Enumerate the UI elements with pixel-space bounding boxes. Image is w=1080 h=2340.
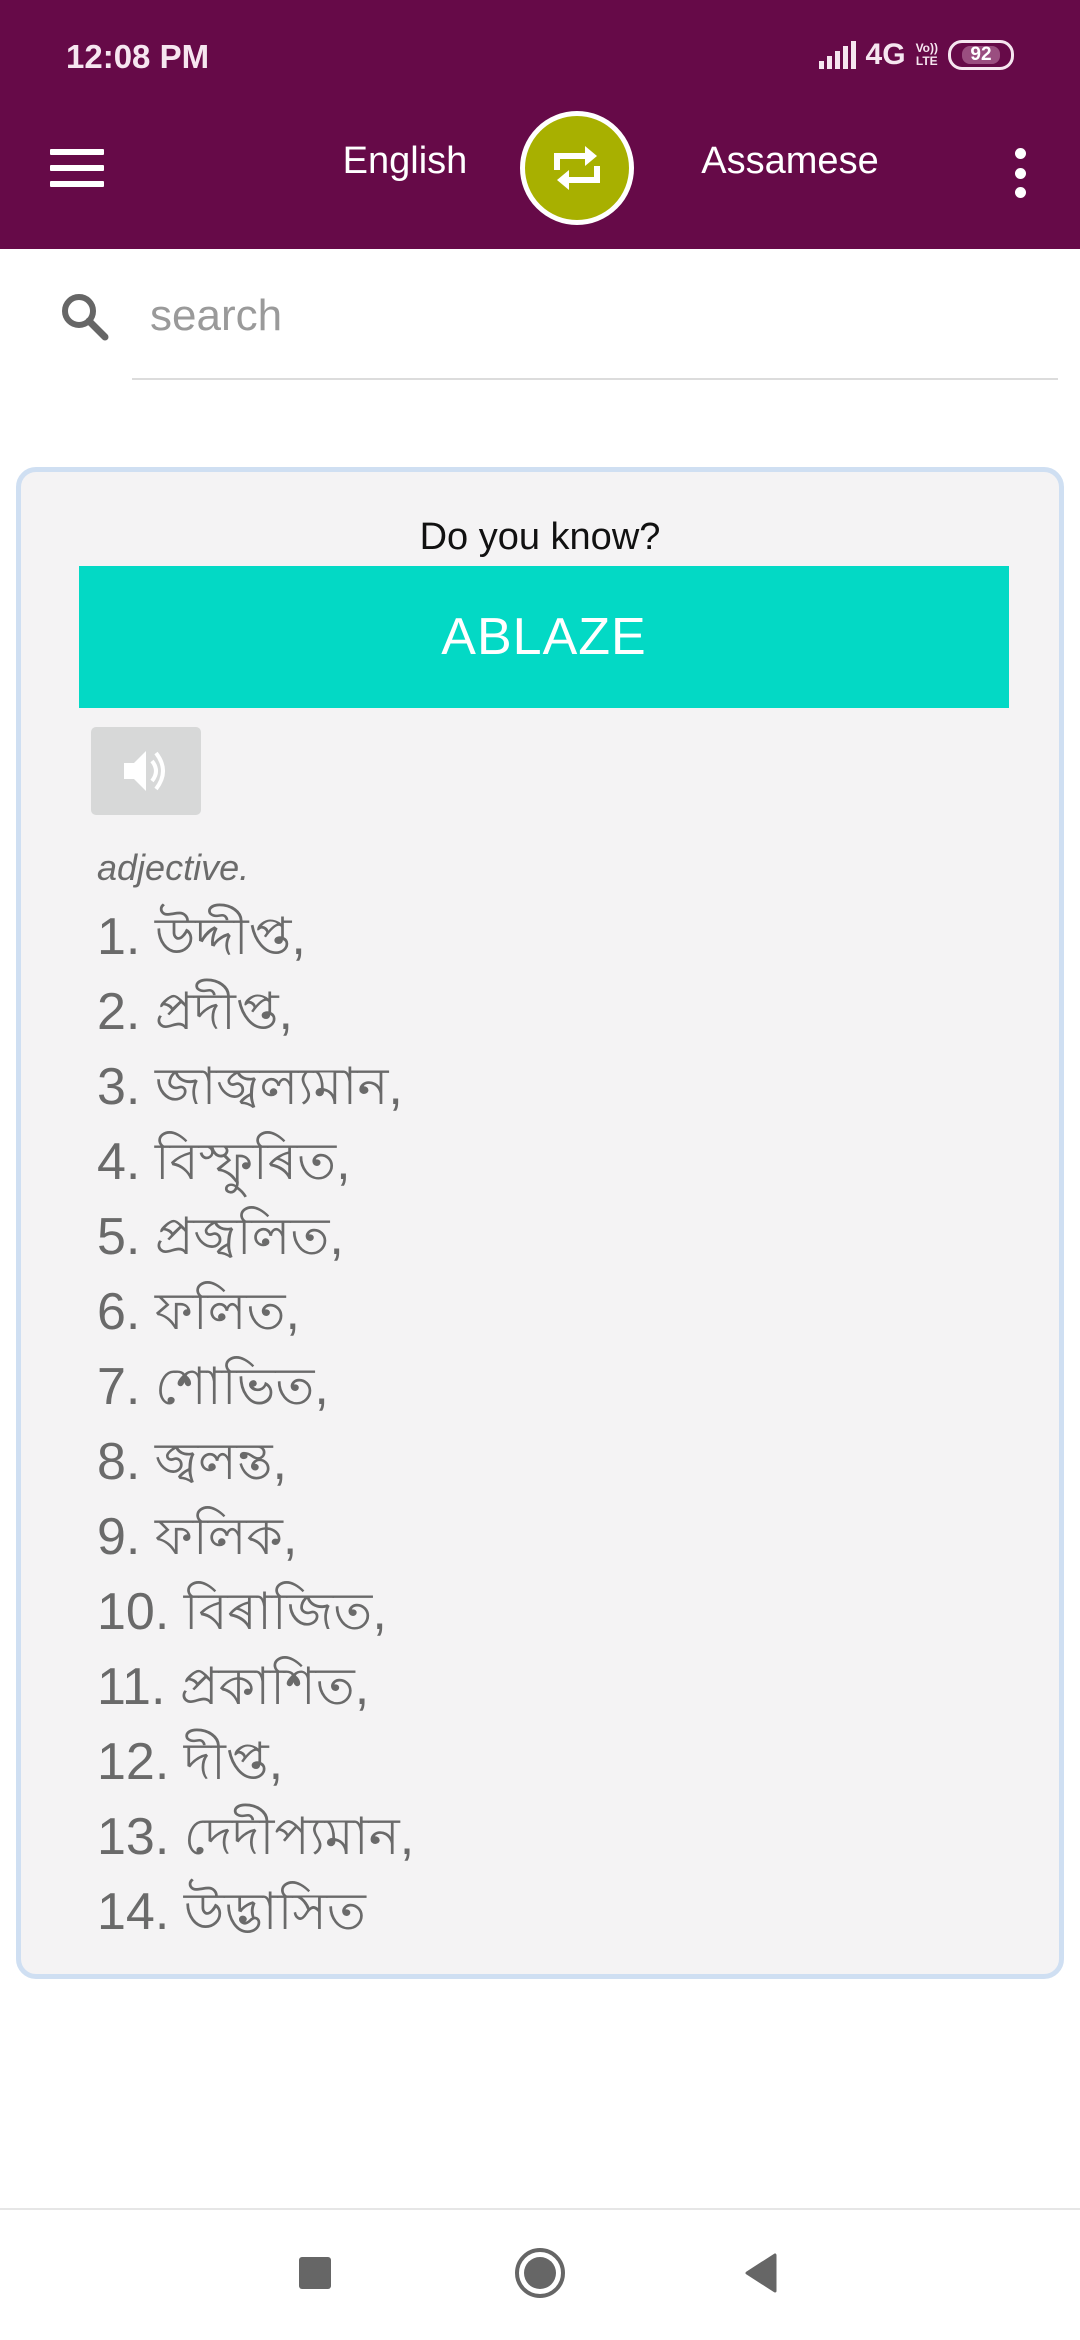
square-icon [299, 2257, 331, 2289]
volte-bottom: LTE [915, 54, 938, 68]
home-button[interactable] [510, 2243, 570, 2303]
meaning-item: 12. দীপ্ত, [97, 1733, 284, 1791]
battery-level: 92 [962, 45, 1000, 64]
search-underline [132, 378, 1058, 380]
app-bar: 12:08 PM 4G Vo)) LTE 92 English Assamese [0, 0, 1080, 249]
meaning-item: 10. বিৰাজিত, [97, 1583, 387, 1641]
volte-icon: Vo)) LTE [916, 42, 938, 68]
swap-icon [554, 146, 600, 190]
swap-languages-button[interactable] [520, 111, 634, 225]
meaning-item: 9. ফলিক, [97, 1508, 298, 1566]
search-input[interactable] [150, 286, 1050, 346]
meaning-item: 4. বিস্ফুৰিত, [97, 1133, 351, 1191]
meaning-item: 6. ফলিত, [97, 1283, 300, 1341]
meaning-item: 8. জ্বলন্ত, [97, 1433, 287, 1491]
meaning-item: 3. জাজ্বল্যমান, [97, 1058, 403, 1116]
nav-divider [0, 2208, 1080, 2210]
meaning-item: 5. প্রজ্বলিত, [97, 1208, 344, 1266]
back-button[interactable] [738, 2250, 784, 2296]
meaning-item: 11. প্রকাশিত, [97, 1658, 370, 1716]
word-of-day-card: Do you know? ABLAZE adjective. 1. উদ্দীপ… [16, 467, 1064, 1979]
hamburger-icon[interactable] [50, 149, 104, 189]
part-of-speech: adjective. [97, 847, 250, 888]
meaning-item: 7. শোভিত, [97, 1358, 329, 1416]
speaker-icon [124, 751, 165, 791]
recents-button[interactable] [295, 2253, 335, 2293]
status-icons: 4G Vo)) LTE 92 [818, 38, 1014, 72]
meaning-item: 2. প্রদীপ্ত, [97, 983, 294, 1041]
source-language-button[interactable]: English [300, 140, 510, 183]
more-vert-icon[interactable] [1008, 148, 1032, 198]
circle-icon [515, 2248, 565, 2298]
word-banner[interactable]: ABLAZE [79, 566, 1009, 708]
meaning-item: 1. উদ্দীপ্ত, [97, 908, 306, 966]
card-heading: Do you know? [419, 516, 661, 558]
meaning-list: 1. উদ্দীপ্ত, 2. প্রদীপ্ত, 3. জাজ্বল্যমান… [97, 900, 414, 1950]
triangle-back-icon [745, 2253, 777, 2293]
status-time: 12:08 PM [66, 38, 210, 75]
battery-icon: 92 [948, 40, 1014, 70]
pronounce-button[interactable] [91, 727, 201, 815]
target-language-button[interactable]: Assamese [680, 140, 900, 183]
search-icon [62, 294, 109, 341]
meaning-item: 13. দেদীপ্যমান, [97, 1808, 415, 1866]
meaning-item: 14. উদ্ভাসিত [97, 1883, 366, 1941]
signal-icon [818, 41, 856, 69]
network-type: 4G [865, 38, 906, 71]
